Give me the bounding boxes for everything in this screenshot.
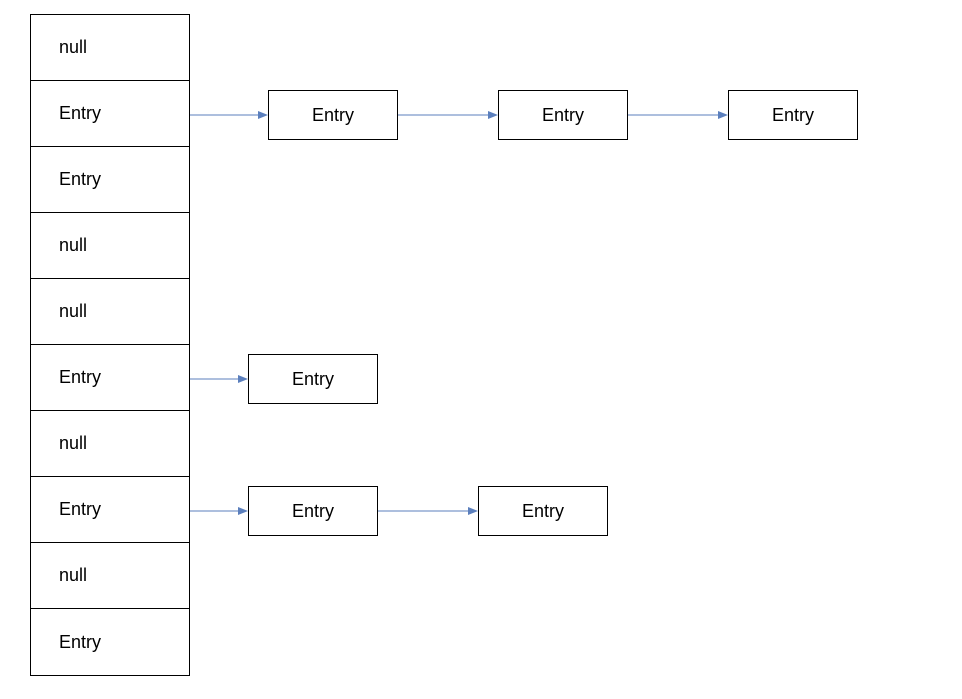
- entry-label: Entry: [522, 501, 564, 522]
- bucket-label: Entry: [59, 103, 101, 124]
- arrow-icon: [628, 108, 728, 122]
- entry-label: Entry: [312, 105, 354, 126]
- bucket-label: Entry: [59, 499, 101, 520]
- bucket-label: null: [59, 235, 87, 256]
- bucket-label: null: [59, 565, 87, 586]
- bucket-label: Entry: [59, 367, 101, 388]
- bucket-label: null: [59, 37, 87, 58]
- entry-label: Entry: [542, 105, 584, 126]
- arrow-icon: [398, 108, 498, 122]
- bucket-label: Entry: [59, 632, 101, 653]
- bucket-cell: null: [31, 411, 189, 477]
- bucket-cell: Entry: [31, 81, 189, 147]
- bucket-label: Entry: [59, 169, 101, 190]
- entry-node: Entry: [248, 486, 378, 536]
- bucket-array: null Entry Entry null null Entry null En…: [30, 14, 190, 676]
- entry-node: Entry: [268, 90, 398, 140]
- bucket-label: null: [59, 433, 87, 454]
- entry-label: Entry: [292, 369, 334, 390]
- bucket-cell: null: [31, 543, 189, 609]
- bucket-cell: Entry: [31, 609, 189, 675]
- entry-node: Entry: [478, 486, 608, 536]
- arrow-icon: [190, 504, 248, 518]
- arrow-icon: [190, 108, 268, 122]
- arrow-icon: [378, 504, 478, 518]
- bucket-cell: Entry: [31, 147, 189, 213]
- entry-label: Entry: [292, 501, 334, 522]
- entry-node: Entry: [498, 90, 628, 140]
- entry-node: Entry: [728, 90, 858, 140]
- bucket-cell: null: [31, 15, 189, 81]
- bucket-cell: Entry: [31, 477, 189, 543]
- bucket-cell: null: [31, 279, 189, 345]
- bucket-cell: null: [31, 213, 189, 279]
- entry-label: Entry: [772, 105, 814, 126]
- entry-node: Entry: [248, 354, 378, 404]
- bucket-label: null: [59, 301, 87, 322]
- arrow-icon: [190, 372, 248, 386]
- bucket-cell: Entry: [31, 345, 189, 411]
